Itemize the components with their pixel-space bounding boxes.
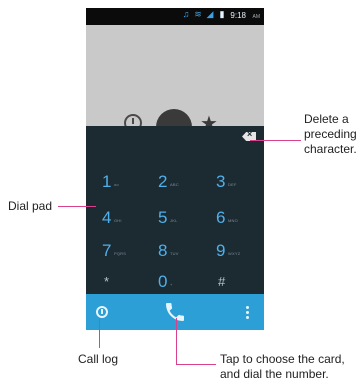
- delete-callout: Delete a preceding character.: [304, 112, 357, 157]
- action-bar: [86, 294, 264, 330]
- headset-icon: ♫: [182, 9, 190, 19]
- dial-key-7[interactable]: 7 PQRS: [102, 241, 142, 267]
- callout-line: Delete a: [304, 112, 349, 126]
- dial-key-letters: JKL: [170, 218, 178, 223]
- dial-key-digit: 3: [216, 172, 226, 191]
- callout-line: and dial the number.: [220, 367, 329, 381]
- dial-key-digit: 6: [216, 208, 226, 227]
- call-log-callout: Call log: [78, 352, 119, 366]
- dial-key-letters: GHI: [114, 218, 122, 223]
- callout-line: preceding: [304, 127, 357, 141]
- signal-icon: ◢: [206, 9, 214, 19]
- contact-header: ★: [86, 25, 264, 145]
- tap-leader-line-horizontal: [176, 364, 216, 365]
- status-bar: ♫ ≋ ◢ ▮ 9:18 AM: [86, 8, 264, 25]
- dial-key-digit: 9: [216, 241, 226, 260]
- dial-key-digit: #: [218, 274, 226, 289]
- dial-pad-leader-line: [58, 206, 96, 207]
- dial-pad: 1 oo 2 ABC 3 DEF 4 GHI 5 JKL 6 MNO 7 PQR…: [86, 126, 264, 294]
- phone-call-icon[interactable]: [162, 300, 188, 324]
- dial-key-letters: oo: [114, 182, 119, 187]
- dial-key-letters: TUV: [170, 251, 179, 256]
- dial-key-digit: 4: [102, 208, 112, 227]
- dial-key-digit: 5: [158, 208, 168, 227]
- battery-icon: ▮: [219, 9, 225, 19]
- dial-key-3[interactable]: 3 DEF: [216, 172, 256, 198]
- delete-leader-line: [250, 140, 301, 141]
- dial-key-digit: 1: [102, 172, 112, 191]
- tap-leader-line-vertical: [176, 318, 177, 364]
- dial-key-digit: 2: [158, 172, 168, 191]
- dial-key-2[interactable]: 2 ABC: [158, 172, 198, 198]
- dial-key-letters: DEF: [228, 182, 237, 187]
- dial-key-8[interactable]: 8 TUV: [158, 241, 198, 267]
- dialed-digits-field[interactable]: [86, 126, 264, 148]
- dial-key-digit: *: [104, 274, 110, 289]
- phone-screen: ♫ ≋ ◢ ▮ 9:18 AM ★ 1 oo 2 ABC 3 DEF 4 GHI: [86, 8, 264, 330]
- dial-key-letters: ABC: [170, 182, 179, 187]
- status-time: 9:18: [230, 11, 246, 20]
- dial-key-4[interactable]: 4 GHI: [102, 208, 142, 234]
- dial-key-letters: WXYZ: [228, 251, 241, 256]
- dial-key-letters: +: [170, 282, 173, 287]
- call-log-icon[interactable]: [96, 306, 108, 318]
- dial-key-letters: MNO: [228, 218, 238, 223]
- dial-key-digit: 7: [102, 241, 112, 260]
- dial-key-letters: PQRS: [114, 251, 127, 256]
- wifi-icon: ≋: [194, 9, 202, 19]
- dial-key-digit: 0: [158, 272, 168, 291]
- dial-key-5[interactable]: 5 JKL: [158, 208, 198, 234]
- dial-key-9[interactable]: 9 WXYZ: [216, 241, 256, 267]
- dial-key-6[interactable]: 6 MNO: [216, 208, 256, 234]
- dial-key-1[interactable]: 1 oo: [102, 172, 142, 198]
- callout-line: character.: [304, 142, 357, 156]
- overflow-menu-icon[interactable]: [246, 304, 250, 320]
- dial-pad-callout: Dial pad: [8, 199, 53, 213]
- call-log-leader-line: [99, 318, 100, 348]
- status-ampm: AM: [252, 14, 261, 20]
- tap-callout: Tap to choose the card, and dial the num…: [220, 352, 345, 382]
- dial-key-digit: 8: [158, 241, 168, 260]
- callout-line: Tap to choose the card,: [220, 352, 345, 366]
